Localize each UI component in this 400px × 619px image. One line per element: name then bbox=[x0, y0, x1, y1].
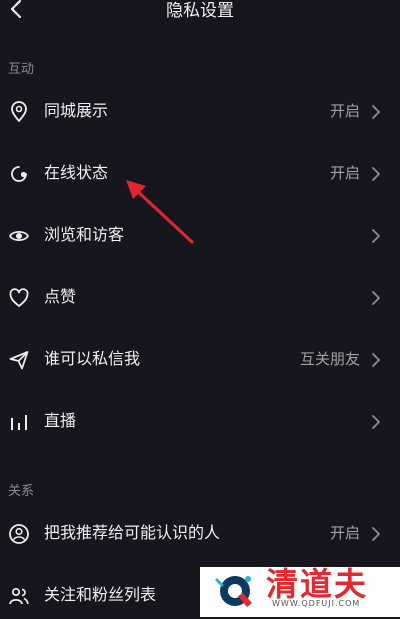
row-recommend-me[interactable]: 把我推荐给可能认识的人 开启 bbox=[0, 509, 400, 557]
location-pin-icon bbox=[11, 101, 27, 122]
logo-q-icon bbox=[215, 576, 252, 607]
page-title: 隐私设置 bbox=[166, 1, 234, 21]
section-header-relation: 关系 bbox=[8, 484, 35, 499]
users-icon bbox=[9, 587, 29, 605]
row-label: 浏览和访客 bbox=[44, 225, 125, 244]
chevron-right-icon bbox=[372, 105, 380, 119]
row-label: 把我推荐给可能认识的人 bbox=[44, 523, 221, 542]
chevron-right-icon bbox=[372, 415, 380, 429]
row-local-display[interactable]: 同城展示 开启 bbox=[0, 87, 400, 135]
chevron-right-icon bbox=[372, 229, 380, 243]
watermark-url: WWW.QDFUJI.COM bbox=[272, 599, 361, 608]
row-value: 开启 bbox=[329, 102, 360, 120]
row-direct-message[interactable]: 谁可以私信我 互关朋友 bbox=[0, 335, 400, 383]
row-value: 开启 bbox=[329, 524, 360, 542]
row-likes[interactable]: 点赞 bbox=[0, 273, 400, 321]
chevron-right-icon bbox=[372, 353, 380, 367]
row-browse-visitors[interactable]: 浏览和访客 bbox=[0, 211, 400, 259]
watermark-logo: 清道夫 WWW.QDFUJI.COM bbox=[200, 565, 400, 617]
chevron-right-icon bbox=[372, 167, 380, 181]
heart-icon bbox=[9, 288, 29, 307]
row-label: 谁可以私信我 bbox=[44, 349, 141, 368]
row-label: 关注和粉丝列表 bbox=[44, 585, 157, 604]
row-value: 互关朋友 bbox=[299, 350, 360, 368]
eye-icon bbox=[9, 230, 29, 242]
row-live[interactable]: 直播 bbox=[0, 397, 400, 445]
watermark-brand: 清道夫 bbox=[266, 565, 369, 603]
user-circle-icon bbox=[9, 524, 29, 544]
annotation-arrow bbox=[126, 180, 194, 244]
chevron-right-icon bbox=[372, 291, 380, 305]
header-bar: 隐私设置 bbox=[0, 0, 400, 26]
row-label: 在线状态 bbox=[44, 163, 109, 182]
row-online-status[interactable]: 在线状态 开启 bbox=[0, 149, 400, 197]
section-header-interaction: 互动 bbox=[8, 62, 35, 77]
row-label: 点赞 bbox=[44, 287, 77, 306]
row-label: 同城展示 bbox=[44, 101, 109, 120]
online-status-icon bbox=[11, 166, 27, 182]
live-bars-icon bbox=[11, 415, 27, 430]
row-label: 直播 bbox=[44, 411, 77, 430]
chevron-right-icon bbox=[372, 527, 380, 541]
row-value: 开启 bbox=[329, 164, 360, 182]
send-icon bbox=[9, 351, 29, 370]
